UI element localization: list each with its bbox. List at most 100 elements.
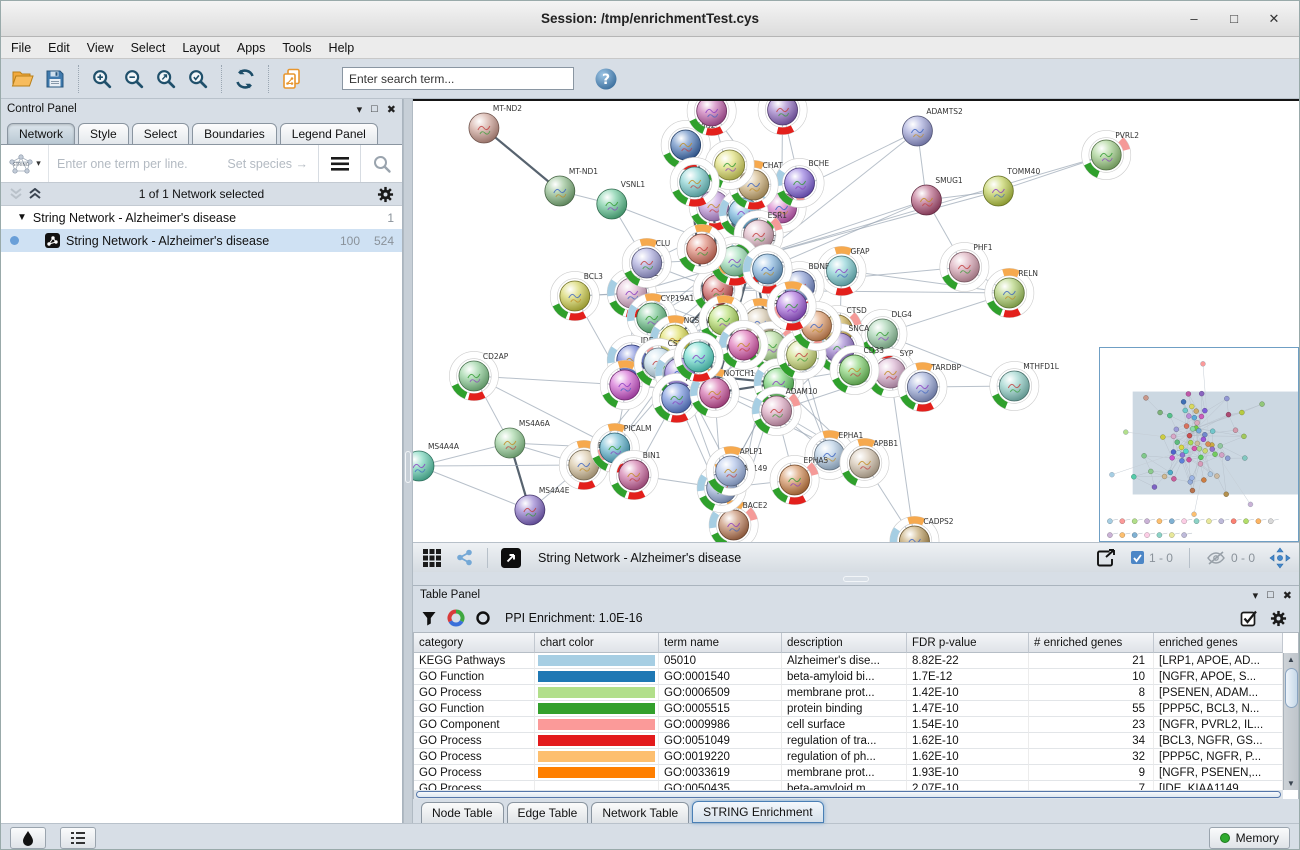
tab-select[interactable]: Select — [132, 123, 189, 144]
column-header-chart-color[interactable]: chart color — [535, 633, 659, 653]
network-row[interactable]: String Network - Alzheimer's disease 100… — [1, 229, 402, 252]
network-node[interactable]: BCHE — [775, 158, 829, 207]
network-node[interactable]: EPHA5 — [770, 455, 829, 504]
column-header-category[interactable]: category — [414, 633, 535, 653]
table-row[interactable]: GO FunctionGO:0005515protein binding1.47… — [414, 701, 1283, 717]
grid-view-button[interactable] — [419, 546, 445, 570]
network-node[interactable] — [670, 157, 719, 206]
remove-chart-button[interactable] — [475, 610, 491, 626]
enrichment-settings-button[interactable] — [1270, 610, 1287, 627]
tab-network-table[interactable]: Network Table — [591, 802, 689, 823]
table-row[interactable]: GO ProcessGO:0006509membrane prot...1.42… — [414, 685, 1283, 701]
save-session-button[interactable] — [39, 63, 71, 95]
vertical-scrollbar[interactable]: ▲ ▼ — [1283, 653, 1298, 790]
panel-menu-icon[interactable]: ▾ — [1253, 589, 1259, 602]
expand-all-icon[interactable] — [28, 188, 42, 200]
string-query-input[interactable] — [49, 145, 318, 182]
table-row[interactable]: GO ProcessGO:0050435beta-amyloid m...2.0… — [414, 781, 1283, 790]
menu-file[interactable]: File — [11, 41, 31, 55]
table-row[interactable]: GO ProcessGO:0019220regulation of ph...1… — [414, 749, 1283, 765]
tree-expand-icon[interactable]: ▼ — [17, 212, 27, 223]
task-history-button[interactable] — [60, 827, 96, 849]
filter-button[interactable] — [421, 610, 437, 626]
network-node[interactable] — [758, 101, 807, 135]
network-node[interactable] — [677, 224, 726, 273]
column-header-enriched-genes[interactable]: enriched genes — [1154, 633, 1283, 653]
menu-help[interactable]: Help — [329, 41, 355, 55]
scroll-up-icon[interactable]: ▲ — [1287, 653, 1295, 666]
menu-tools[interactable]: Tools — [282, 41, 311, 55]
chart-color-button[interactable] — [447, 609, 465, 627]
scrollbar-thumb[interactable] — [416, 791, 1281, 798]
table-row[interactable]: KEGG Pathways05010Alzheimer's dise...8.8… — [414, 653, 1283, 669]
panel-float-icon[interactable]: □ — [1267, 589, 1274, 601]
memory-button[interactable]: Memory — [1209, 827, 1290, 849]
panel-close-icon[interactable]: ✖ — [1283, 589, 1292, 602]
tab-edge-table[interactable]: Edge Table — [507, 802, 589, 823]
string-protein-query-dropdown[interactable]: STRING ▾ — [1, 145, 49, 182]
network-node[interactable]: MT-ND1 — [545, 167, 598, 206]
share-view-button[interactable] — [451, 546, 477, 570]
column-header--enriched-genes[interactable]: # enriched genes — [1029, 633, 1154, 653]
zoom-in-button[interactable] — [86, 63, 118, 95]
scrollbar-thumb[interactable] — [1285, 668, 1298, 708]
maximize-button[interactable]: □ — [1227, 11, 1241, 27]
tab-style[interactable]: Style — [78, 123, 129, 144]
string-options-button[interactable] — [318, 145, 360, 182]
garbage-collect-button[interactable] — [10, 827, 46, 849]
zoom-selected-button[interactable] — [182, 63, 214, 95]
help-button[interactable]: ? — [590, 63, 622, 95]
network-node[interactable] — [687, 101, 736, 136]
tab-string-enrichment[interactable]: STRING Enrichment — [692, 801, 823, 823]
network-node[interactable]: CLU — [622, 238, 671, 287]
open-session-button[interactable] — [7, 63, 39, 95]
network-canvas[interactable]: MT-ND2MT-ND1VSNL1GAB2ADAMTS2PVRL2SMUG1TO… — [413, 99, 1299, 542]
menu-layout[interactable]: Layout — [182, 41, 220, 55]
tab-boundaries[interactable]: Boundaries — [192, 123, 277, 144]
tab-legend-panel[interactable]: Legend Panel — [280, 123, 378, 144]
close-button[interactable]: ✕ — [1267, 11, 1281, 27]
network-node[interactable]: BCL3 — [550, 271, 603, 320]
panel-menu-icon[interactable]: ▾ — [357, 103, 363, 116]
network-node[interactable]: CADPS2 — [890, 516, 954, 542]
tab-node-table[interactable]: Node Table — [421, 802, 504, 823]
network-node[interactable]: MS4A4E — [515, 486, 570, 525]
network-overview[interactable] — [1099, 347, 1299, 542]
table-row[interactable]: GO ProcessGO:0051049regulation of tra...… — [414, 733, 1283, 749]
overview-map[interactable] — [1100, 348, 1298, 541]
detach-view-button[interactable] — [498, 546, 524, 570]
copy-network-button[interactable] — [276, 63, 308, 95]
network-node[interactable]: CD2AP — [449, 351, 508, 400]
tab-network[interactable]: Network — [7, 123, 75, 144]
column-header-fdr-p-value[interactable]: FDR p-value — [907, 633, 1029, 653]
string-search-button[interactable] — [360, 145, 402, 182]
overview-viewport[interactable] — [1133, 392, 1298, 495]
network-node[interactable]: VSNL1 — [597, 180, 646, 219]
table-panel-splitter[interactable] — [413, 572, 1299, 585]
table-row[interactable]: GO ProcessGO:0033619membrane prot...1.93… — [414, 765, 1283, 781]
network-node[interactable] — [767, 281, 816, 330]
column-header-term-name[interactable]: term name — [659, 633, 782, 653]
table-row[interactable]: GO FunctionGO:0001540beta-amyloid bi...1… — [414, 669, 1283, 685]
search-input[interactable] — [342, 67, 574, 90]
table-row[interactable]: GO ComponentGO:0009986cell surface1.54E-… — [414, 717, 1283, 733]
panel-close-icon[interactable]: ✖ — [387, 103, 396, 116]
scroll-down-icon[interactable]: ▼ — [1287, 777, 1295, 790]
menu-select[interactable]: Select — [131, 41, 166, 55]
menu-apps[interactable]: Apps — [237, 41, 266, 55]
network-node[interactable] — [719, 320, 768, 369]
splitter-grip[interactable] — [405, 451, 411, 483]
network-node[interactable]: ADAM10 — [752, 386, 818, 435]
navigator-button[interactable] — [1267, 546, 1293, 570]
select-all-button[interactable] — [1240, 609, 1258, 627]
horizontal-scrollbar[interactable] — [414, 790, 1283, 799]
zoom-out-button[interactable] — [118, 63, 150, 95]
network-node[interactable]: SMUG1 — [911, 176, 962, 215]
network-node[interactable] — [674, 332, 723, 381]
column-header-description[interactable]: description — [782, 633, 907, 653]
network-node[interactable]: MTHFD1L — [990, 361, 1060, 410]
refresh-button[interactable] — [229, 63, 261, 95]
network-node[interactable]: PHF1 — [940, 242, 993, 291]
zoom-fit-button[interactable] — [150, 63, 182, 95]
menu-edit[interactable]: Edit — [48, 41, 70, 55]
